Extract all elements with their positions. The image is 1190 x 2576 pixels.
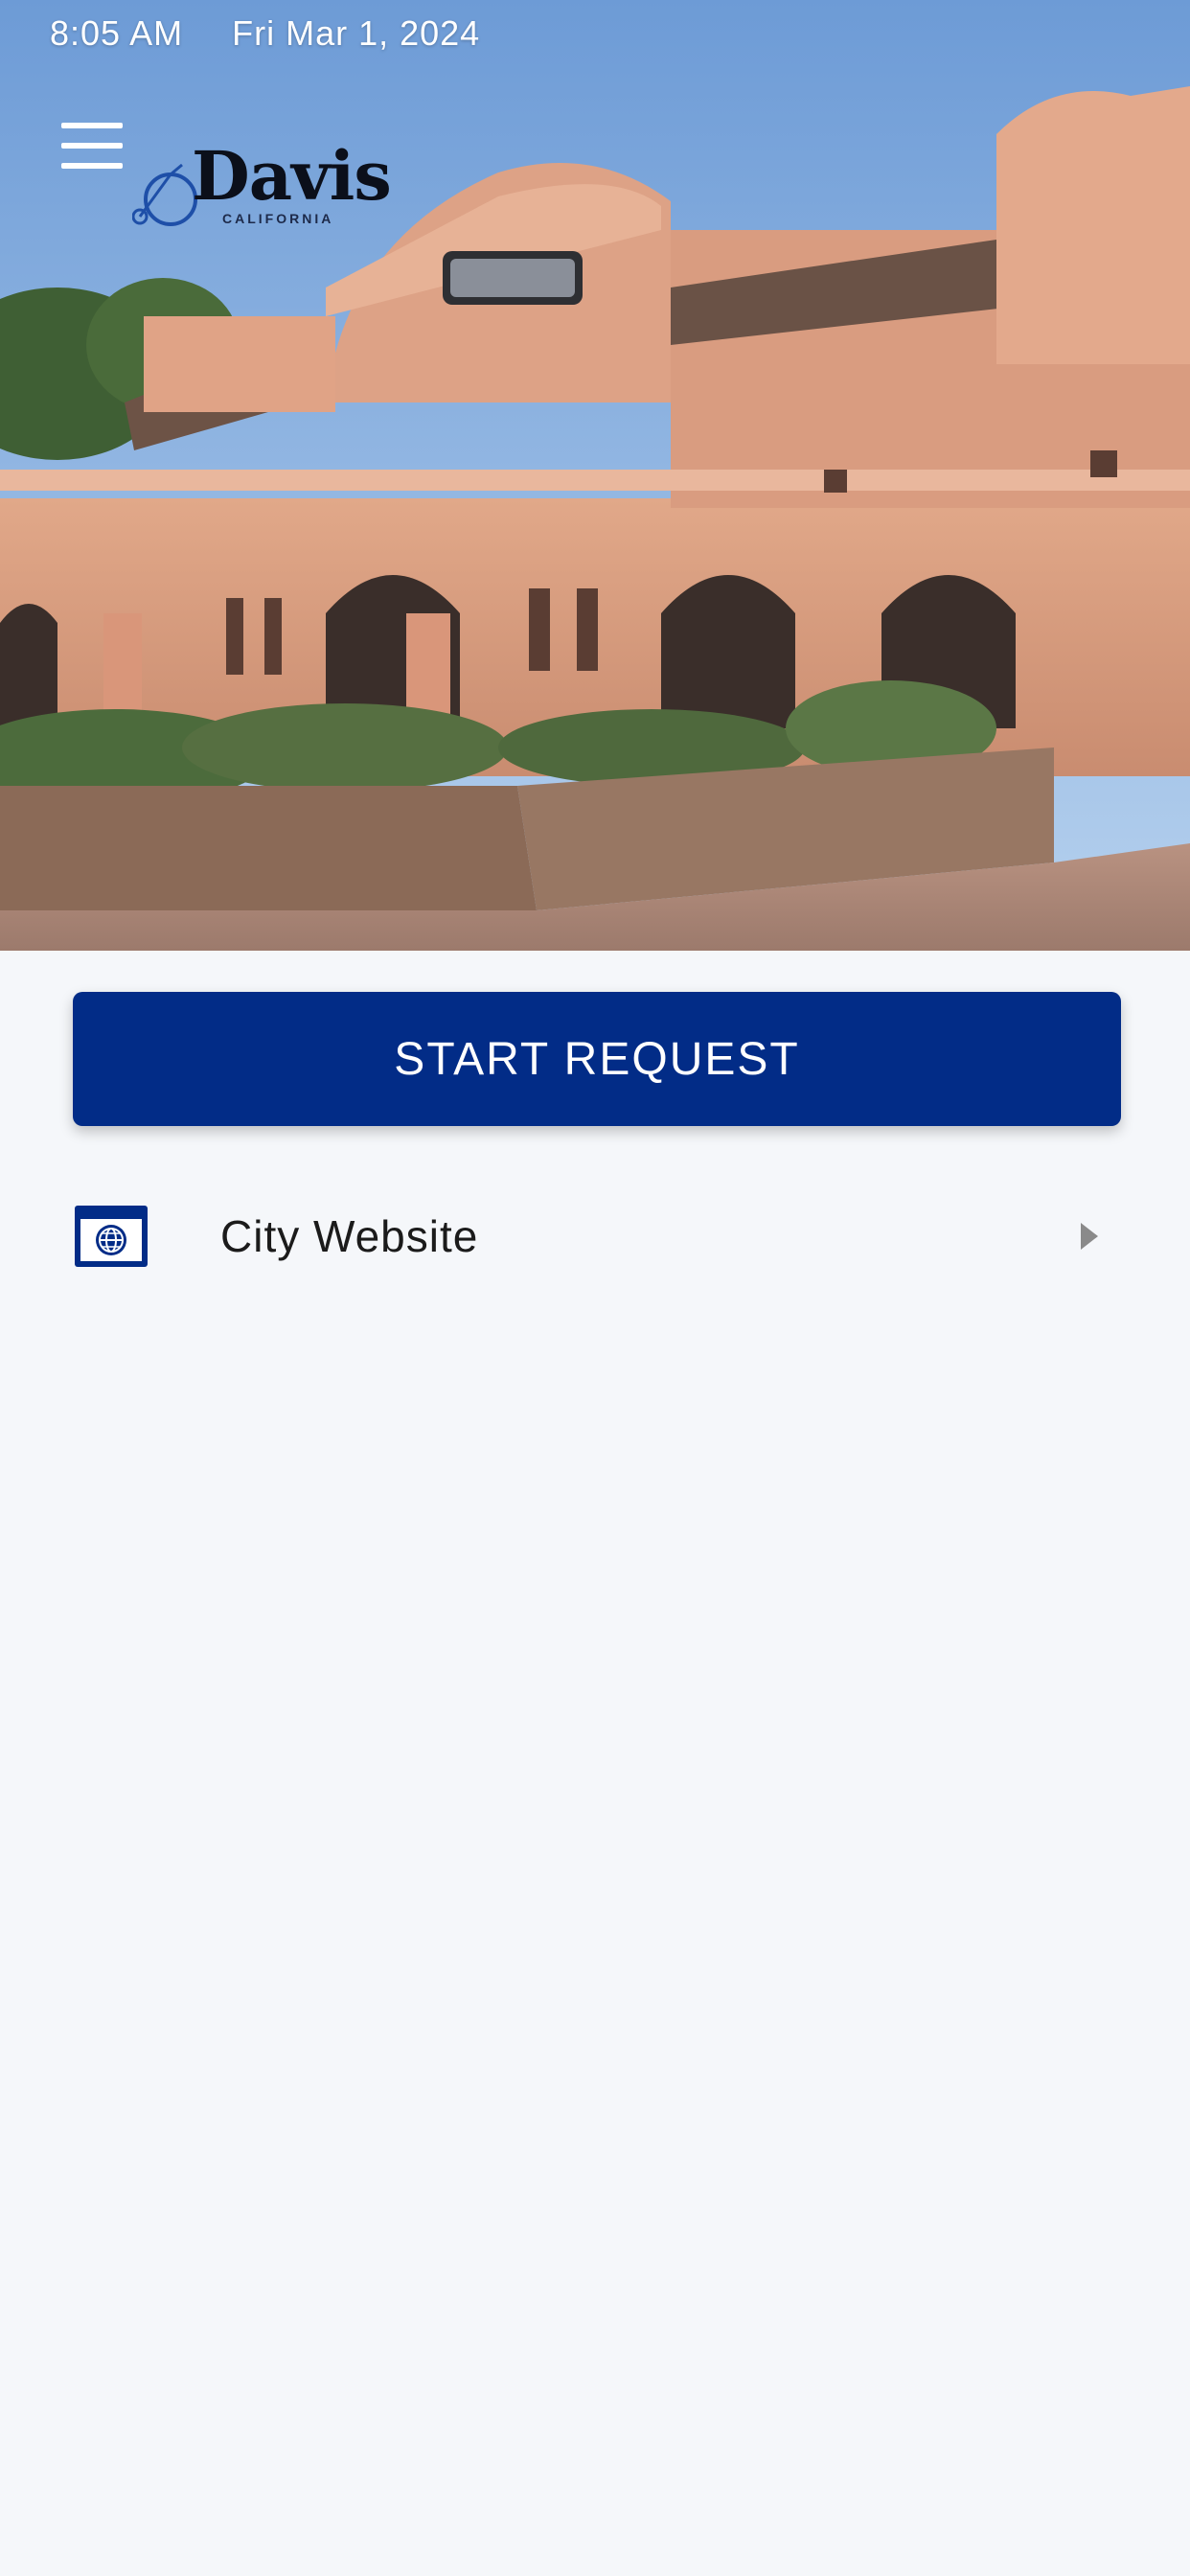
davis-logo: Davis CALIFORNIA <box>132 136 392 236</box>
menu-bar-line <box>61 163 123 169</box>
logo-title: Davis <box>192 136 392 216</box>
caret-right-icon <box>1081 1223 1098 1250</box>
status-bar: 8:05 AM Fri Mar 1, 2024 <box>50 13 518 54</box>
list-item-label: City Website <box>220 1211 479 1261</box>
hamburger-menu-icon[interactable] <box>50 115 134 176</box>
start-request-button[interactable]: START REQUEST <box>73 992 1121 1126</box>
globe-browser-icon <box>75 1206 148 1267</box>
logo-subtitle: CALIFORNIA <box>222 211 334 226</box>
menu-bar-line <box>61 143 123 149</box>
list-item-city-website[interactable]: City Website <box>73 1179 1117 1294</box>
menu-bar-line <box>61 123 123 128</box>
status-date: Fri Mar 1, 2024 <box>232 13 481 53</box>
status-time: 8:05 AM <box>50 13 184 53</box>
